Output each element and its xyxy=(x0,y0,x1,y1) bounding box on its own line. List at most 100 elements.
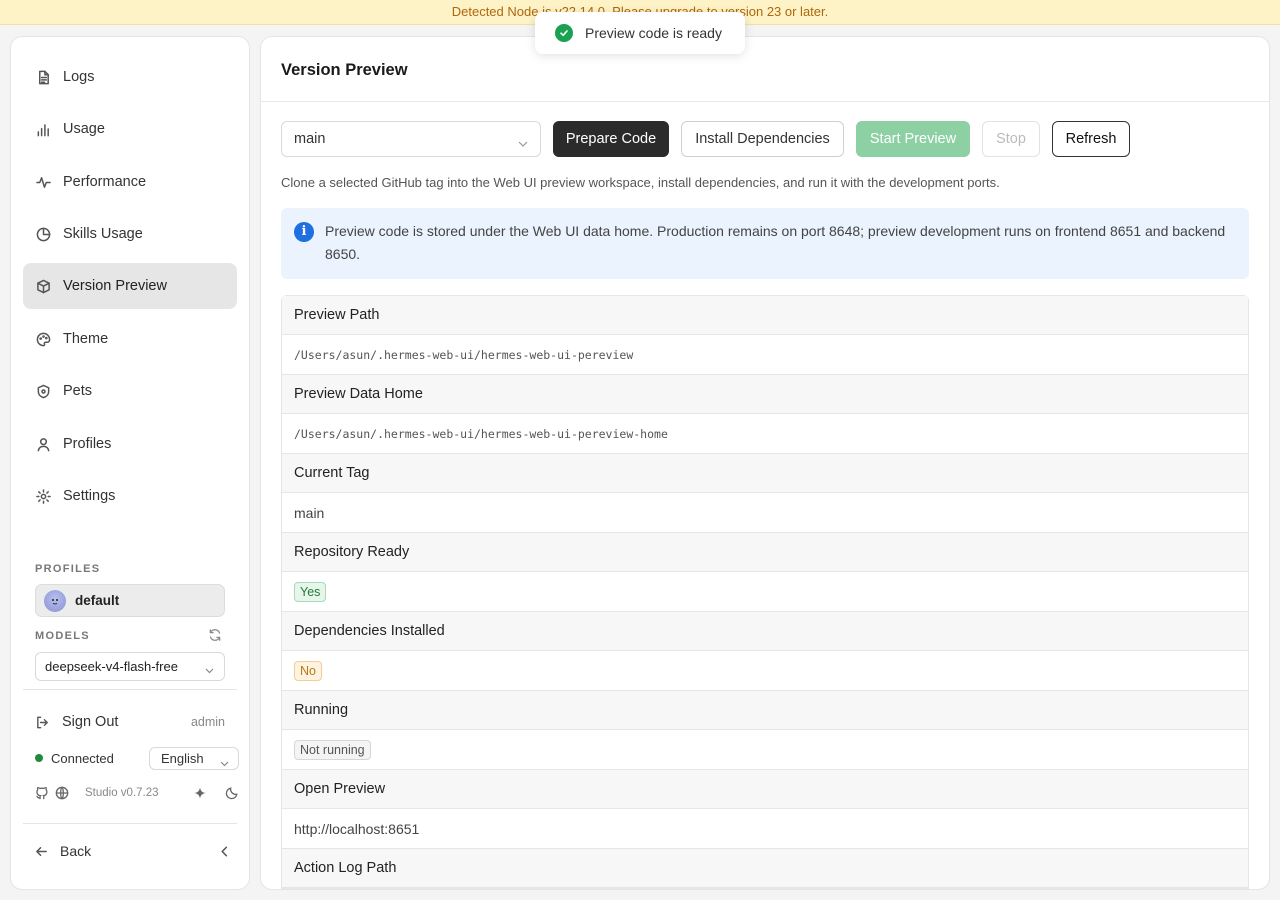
detail-label: Action Log Path xyxy=(282,849,1248,888)
back-button[interactable]: Back xyxy=(35,839,231,863)
sidebar-item-usage[interactable]: Usage xyxy=(23,106,237,152)
sidebar-item-skills-usage[interactable]: Skills Usage xyxy=(23,211,237,257)
detail-label: Current Tag xyxy=(282,454,1248,493)
sidebar-item-label: Logs xyxy=(63,69,95,85)
info-alert: i Preview code is stored under the Web U… xyxy=(281,208,1249,279)
chevron-down-icon xyxy=(205,662,214,677)
toast-notification: Preview code is ready xyxy=(535,12,745,54)
sidebar-item-profiles[interactable]: Profiles xyxy=(23,421,237,467)
sign-out-button[interactable]: Sign Out admin xyxy=(35,710,225,734)
status-dot xyxy=(35,754,43,762)
sidebar-item-label: Theme xyxy=(63,331,109,347)
page-title: Version Preview xyxy=(281,61,408,79)
sidebar-item-logs[interactable]: Logs xyxy=(23,54,237,100)
sidebar-item-label: Profiles xyxy=(63,436,112,452)
install-dependencies-button[interactable]: Install Dependencies xyxy=(681,121,844,157)
stop-button[interactable]: Stop xyxy=(982,121,1040,157)
avatar xyxy=(44,589,66,612)
version-label: Studio v0.7.23 xyxy=(85,787,159,799)
detail-label: Preview Data Home xyxy=(282,375,1248,414)
box-icon xyxy=(35,278,51,294)
bar-chart-icon xyxy=(35,121,51,137)
divider xyxy=(261,101,1269,102)
detail-value: Not running xyxy=(282,730,1248,770)
detail-value: No xyxy=(282,651,1248,691)
info-icon: i xyxy=(294,222,314,242)
sidebar-item-label: Settings xyxy=(63,488,116,504)
connection-status: Connected English xyxy=(35,746,239,770)
profile-selector[interactable]: default xyxy=(35,584,225,617)
prepare-code-button[interactable]: Prepare Code xyxy=(553,121,669,157)
detail-value: main xyxy=(282,493,1248,533)
divider xyxy=(23,689,237,690)
sidebar-item-performance[interactable]: Performance xyxy=(23,159,237,205)
sidebar-item-label: Performance xyxy=(63,174,147,190)
check-circle-icon xyxy=(555,24,573,42)
refresh-models-icon[interactable] xyxy=(208,628,222,642)
globe-icon[interactable] xyxy=(55,786,69,800)
sign-out-icon xyxy=(35,715,50,730)
detail-value: /Users/asun/.hermes-web-ui/hermes-web-ui… xyxy=(282,414,1248,454)
detail-label: Open Preview xyxy=(282,770,1248,809)
detail-label: Preview Path xyxy=(282,296,1248,335)
palette-icon xyxy=(35,331,51,347)
sidebar-item-label: Usage xyxy=(63,121,105,137)
models-section-label: MODELS xyxy=(35,630,90,642)
sign-out-label: Sign Out xyxy=(62,714,119,730)
language-select[interactable]: English xyxy=(149,746,239,770)
tag-value: main xyxy=(294,131,326,147)
sparkle-icon[interactable] xyxy=(193,786,207,800)
chevron-down-icon xyxy=(518,136,528,152)
refresh-button[interactable]: Refresh xyxy=(1052,121,1130,157)
detail-label: Running xyxy=(282,691,1248,730)
detail-value: /Users/asun/.hermes-web-ui/hermes-web-ui… xyxy=(282,335,1248,375)
sidebar: Logs Usage Performance Skills Usage Vers… xyxy=(10,36,250,890)
status-badge: No xyxy=(294,660,322,681)
status-badge: Not running xyxy=(294,739,371,760)
user-icon xyxy=(35,436,51,452)
detail-label: Repository Ready xyxy=(282,533,1248,572)
gear-icon xyxy=(35,488,51,504)
footer-row: Studio v0.7.23 xyxy=(35,783,238,803)
sidebar-item-label: Version Preview xyxy=(63,278,167,294)
profiles-section-label: PROFILES xyxy=(35,563,101,575)
language-value: English xyxy=(161,750,204,766)
github-icon[interactable] xyxy=(35,786,49,800)
sidebar-item-theme[interactable]: Theme xyxy=(23,316,237,362)
collapse-sidebar-icon[interactable] xyxy=(218,845,231,858)
file-text-icon xyxy=(35,69,51,85)
status-badge: Yes xyxy=(294,581,327,602)
current-tag-value: main xyxy=(294,504,325,521)
pie-chart-icon xyxy=(35,226,51,242)
toast-text: Preview code is ready xyxy=(585,25,722,41)
moon-icon[interactable] xyxy=(225,786,239,800)
model-value: deepseek-v4-flash-free xyxy=(45,659,178,674)
current-user: admin xyxy=(190,715,225,729)
sidebar-item-label: Skills Usage xyxy=(63,226,143,242)
detail-label: Dependencies Installed xyxy=(282,612,1248,651)
sidebar-item-settings[interactable]: Settings xyxy=(23,473,237,519)
preview-details-table: Preview Path /Users/asun/.hermes-web-ui/… xyxy=(281,295,1249,889)
activity-icon xyxy=(35,174,51,190)
page-description: Clone a selected GitHub tag into the Web… xyxy=(281,175,1000,190)
divider xyxy=(23,823,237,824)
status-text: Connected xyxy=(51,750,114,766)
arrow-left-icon xyxy=(35,845,48,858)
detail-value: http://localhost:8651 xyxy=(282,809,1248,849)
chevron-down-icon xyxy=(220,755,229,770)
info-text: Preview code is stored under the Web UI … xyxy=(325,223,1226,262)
open-preview-link[interactable]: http://localhost:8651 xyxy=(294,821,419,837)
preview-path-value: /Users/asun/.hermes-web-ui/hermes-web-ui… xyxy=(294,347,634,362)
start-preview-button[interactable]: Start Preview xyxy=(856,121,970,157)
tag-select[interactable]: main xyxy=(281,121,541,157)
detail-value: Yes xyxy=(282,572,1248,612)
sidebar-item-version-preview[interactable]: Version Preview xyxy=(23,263,237,309)
sidebar-item-label: Pets xyxy=(63,383,93,399)
shield-icon xyxy=(35,383,51,399)
model-select[interactable]: deepseek-v4-flash-free xyxy=(35,652,225,681)
main-panel: Version Preview main Prepare Code Instal… xyxy=(260,36,1270,890)
sidebar-item-pets[interactable]: Pets xyxy=(23,368,237,414)
profile-name: default xyxy=(75,593,120,608)
preview-data-home-value: /Users/asun/.hermes-web-ui/hermes-web-ui… xyxy=(294,426,668,441)
back-label: Back xyxy=(60,843,92,859)
